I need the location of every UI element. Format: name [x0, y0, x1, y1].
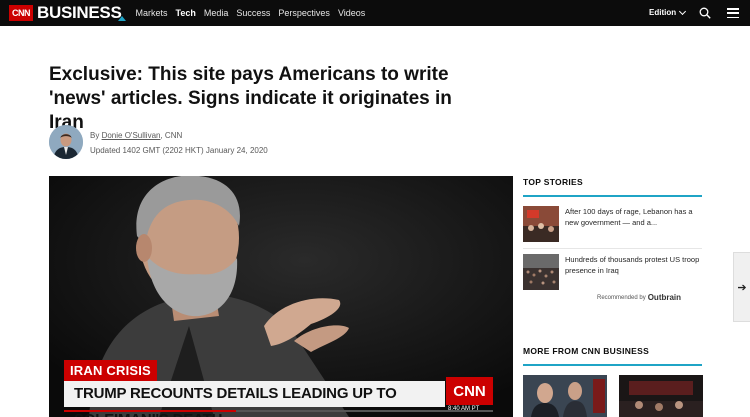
- search-icon[interactable]: [699, 7, 711, 19]
- logo-triangle-icon: [117, 16, 126, 21]
- nav-markets[interactable]: Markets: [136, 8, 168, 18]
- section-nav: Markets Tech Media Success Perspectives …: [136, 8, 366, 18]
- edition-selector[interactable]: Edition: [649, 7, 687, 17]
- video-chyron: TRUMP RECOUNTS DETAILS LEADING UP TO SOL…: [64, 381, 445, 417]
- video-progress-bar[interactable]: [64, 410, 493, 412]
- byline: By Donie O'Sullivan, CNN: [90, 131, 182, 140]
- story-divider: [523, 248, 702, 249]
- menu-icon[interactable]: [727, 8, 739, 18]
- story-thumbnail: [523, 254, 559, 290]
- business-logo-text: BUSINESS: [37, 3, 122, 22]
- nav-tech[interactable]: Tech: [176, 8, 196, 18]
- top-stories-rule: [523, 195, 702, 197]
- more-story-thumbnail[interactable]: [523, 375, 607, 417]
- video-player[interactable]: IRAN CRISIS TRUMP RECOUNTS DETAILS LEADI…: [49, 176, 513, 417]
- story-item[interactable]: Hundreds of thousands protest US troop p…: [523, 254, 703, 290]
- nav-videos[interactable]: Videos: [338, 8, 365, 18]
- business-logo[interactable]: BUSINESS: [37, 3, 126, 23]
- story-text: After 100 days of rage, Lebanon has a ne…: [565, 207, 693, 227]
- author-avatar[interactable]: [49, 125, 83, 159]
- story-thumbnail: [523, 206, 559, 242]
- top-stories-heading: TOP STORIES: [523, 177, 583, 187]
- byline-prefix: By: [90, 131, 100, 140]
- cnn-network-bug: CNN: [446, 377, 493, 405]
- more-rule: [523, 364, 702, 366]
- story-item[interactable]: After 100 days of rage, Lebanon has a ne…: [523, 206, 703, 242]
- updated-timestamp: Updated 1402 GMT (2202 HKT) January 24, …: [90, 146, 268, 155]
- edition-label: Edition: [649, 8, 677, 17]
- article-headline: Exclusive: This site pays Americans to w…: [49, 64, 452, 133]
- story-text: Hundreds of thousands protest US troop p…: [565, 255, 700, 275]
- video-progress-fill: [64, 410, 236, 412]
- cnn-logo[interactable]: CNN: [9, 5, 33, 21]
- arrow-right-icon[interactable]: ➔: [733, 252, 750, 322]
- more-story-thumbnail[interactable]: [619, 375, 703, 417]
- more-from-cnn-business-heading: MORE FROM CNN BUSINESS: [523, 346, 650, 356]
- outbrain-attribution[interactable]: Recommended by Outbrain: [597, 293, 681, 302]
- outbrain-logo: Outbrain: [647, 293, 682, 302]
- nav-media[interactable]: Media: [204, 8, 229, 18]
- video-section-tag: IRAN CRISIS: [64, 360, 157, 381]
- recommended-label: Recommended by: [597, 294, 646, 301]
- byline-outlet: , CNN: [160, 131, 183, 140]
- author-link[interactable]: Donie O'Sullivan: [102, 131, 161, 140]
- top-nav-bar: CNN BUSINESS Markets Tech Media Success …: [0, 0, 750, 26]
- nav-perspectives[interactable]: Perspectives: [278, 8, 330, 18]
- chevron-down-icon: [679, 7, 687, 15]
- nav-success[interactable]: Success: [236, 8, 270, 18]
